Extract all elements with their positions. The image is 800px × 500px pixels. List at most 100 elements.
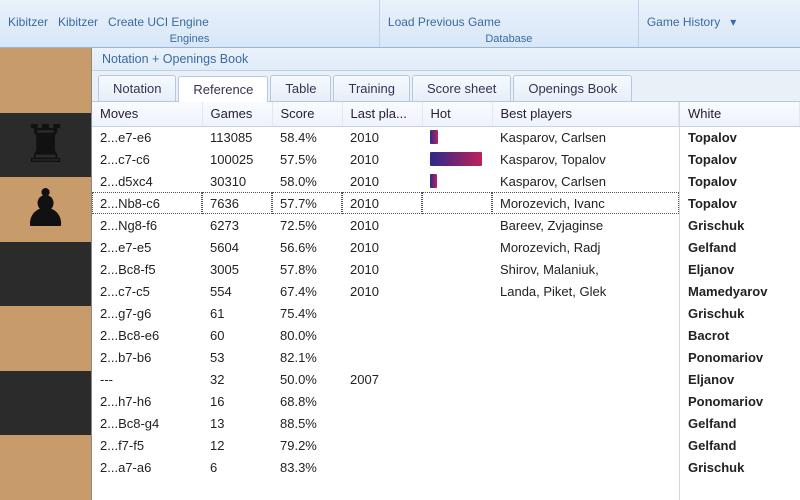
cell-last: 2010 bbox=[342, 126, 422, 148]
cell-score: 56.6% bbox=[272, 236, 342, 258]
cell-best bbox=[492, 456, 679, 478]
cell-hot bbox=[422, 280, 492, 302]
cell-games: 6 bbox=[202, 456, 272, 478]
table-row[interactable]: Mamedyarov bbox=[680, 280, 800, 302]
hot-bar bbox=[430, 174, 437, 188]
table-row[interactable]: Ponomariov bbox=[680, 390, 800, 412]
cell-move: 2...Ng8-f6 bbox=[92, 214, 202, 236]
col-last[interactable]: Last pla... bbox=[342, 102, 422, 126]
cell-move: 2...a7-a6 bbox=[92, 456, 202, 478]
table-row[interactable]: 2...c7-c610002557.5%2010Kasparov, Topalo… bbox=[92, 148, 679, 170]
col-best[interactable]: Best players bbox=[492, 102, 679, 126]
table-row[interactable]: Eljanov bbox=[680, 368, 800, 390]
table-row[interactable]: Gelfand bbox=[680, 236, 800, 258]
moves-table-panel: Moves Games Score Last pla... Hot Best p… bbox=[92, 102, 680, 500]
table-row[interactable]: 2...e7-e5560456.6%2010Morozevich, Radj bbox=[92, 236, 679, 258]
cell-move: 2...Bc8-e6 bbox=[92, 324, 202, 346]
cell-games: 32 bbox=[202, 368, 272, 390]
cell-hot bbox=[422, 324, 492, 346]
table-row[interactable]: Eljanov bbox=[680, 258, 800, 280]
table-row[interactable]: 2...Nb8-c6763657.7%2010Morozevich, Ivanc bbox=[92, 192, 679, 214]
cell-hot bbox=[422, 170, 492, 192]
ribbon-item-create-engine[interactable]: Create UCI Engine bbox=[108, 15, 209, 29]
cell-move: 2...d5xc4 bbox=[92, 170, 202, 192]
ribbon-item-kibitzer-1[interactable]: Kibitzer bbox=[8, 15, 48, 29]
cell-best: Kasparov, Carlsen bbox=[492, 170, 679, 192]
table-row[interactable]: Grischuk bbox=[680, 214, 800, 236]
board-square bbox=[0, 371, 91, 436]
table-row[interactable]: Gelfand bbox=[680, 412, 800, 434]
table-row[interactable]: 2...d5xc43031058.0%2010Kasparov, Carlsen bbox=[92, 170, 679, 192]
tab-notation[interactable]: Notation bbox=[98, 75, 176, 101]
cell-best: Shirov, Malaniuk, bbox=[492, 258, 679, 280]
table-row[interactable]: Topalov bbox=[680, 148, 800, 170]
table-row[interactable]: Gelfand bbox=[680, 434, 800, 456]
cell-hot bbox=[422, 346, 492, 368]
cell-hot bbox=[422, 368, 492, 390]
tab-openings-book[interactable]: Openings Book bbox=[513, 75, 632, 101]
cell-hot bbox=[422, 412, 492, 434]
cell-games: 7636 bbox=[202, 192, 272, 214]
table-row[interactable]: 2...b7-b65382.1% bbox=[92, 346, 679, 368]
cell-best: Morozevich, Radj bbox=[492, 236, 679, 258]
cell-best bbox=[492, 368, 679, 390]
table-row[interactable]: 2...c7-c555467.4%2010Landa, Piket, Glek bbox=[92, 280, 679, 302]
cell-last: 2010 bbox=[342, 236, 422, 258]
table-row[interactable]: 2...f7-f51279.2% bbox=[92, 434, 679, 456]
cell-white: Topalov bbox=[680, 170, 800, 192]
dropdown-icon[interactable]: ▾ bbox=[730, 15, 736, 29]
cell-white: Grischuk bbox=[680, 456, 800, 478]
cell-hot bbox=[422, 390, 492, 412]
table-row[interactable]: Topalov bbox=[680, 170, 800, 192]
table-row[interactable]: 2...g7-g66175.4% bbox=[92, 302, 679, 324]
cell-white: Gelfand bbox=[680, 412, 800, 434]
ribbon-label-engines: Engines bbox=[8, 29, 371, 45]
cell-last: 2010 bbox=[342, 280, 422, 302]
cell-move: 2...Bc8-f5 bbox=[92, 258, 202, 280]
table-row[interactable]: 2...Bc8-f5300557.8%2010Shirov, Malaniuk, bbox=[92, 258, 679, 280]
table-row[interactable]: 2...Bc8-e66080.0% bbox=[92, 324, 679, 346]
cell-last bbox=[342, 346, 422, 368]
ribbon-item-kibitzer-2[interactable]: Kibitzer bbox=[58, 15, 98, 29]
cell-white: Gelfand bbox=[680, 236, 800, 258]
cell-move: 2...h7-h6 bbox=[92, 390, 202, 412]
col-hot[interactable]: Hot bbox=[422, 102, 492, 126]
board-square: ♟ bbox=[0, 177, 91, 242]
table-row[interactable]: Bacrot bbox=[680, 324, 800, 346]
tab-score-sheet[interactable]: Score sheet bbox=[412, 75, 511, 101]
table-row[interactable]: 2...a7-a6683.3% bbox=[92, 456, 679, 478]
cell-hot bbox=[422, 148, 492, 170]
tab-table[interactable]: Table bbox=[270, 75, 331, 101]
ribbon-item-load-prev[interactable]: Load Previous Game bbox=[388, 15, 501, 29]
cell-games: 53 bbox=[202, 346, 272, 368]
board-square bbox=[0, 435, 91, 500]
cell-score: 79.2% bbox=[272, 434, 342, 456]
cell-last bbox=[342, 302, 422, 324]
ribbon-item-game-history[interactable]: Game History bbox=[647, 15, 720, 29]
ribbon-label-database: Database bbox=[388, 29, 630, 45]
tab-reference[interactable]: Reference bbox=[178, 76, 268, 102]
table-row[interactable]: Topalov bbox=[680, 192, 800, 214]
cell-white: Eljanov bbox=[680, 258, 800, 280]
board-square bbox=[0, 48, 91, 113]
cell-score: 50.0% bbox=[272, 368, 342, 390]
table-row[interactable]: Ponomariov bbox=[680, 346, 800, 368]
table-row[interactable]: 2...Ng8-f6627372.5%2010Bareev, Zvjaginse bbox=[92, 214, 679, 236]
table-row[interactable]: Topalov bbox=[680, 126, 800, 148]
cell-hot bbox=[422, 258, 492, 280]
table-row[interactable]: Grischuk bbox=[680, 302, 800, 324]
cell-best: Landa, Piket, Glek bbox=[492, 280, 679, 302]
table-row[interactable]: 2...Bc8-g41388.5% bbox=[92, 412, 679, 434]
cell-white: Gelfand bbox=[680, 434, 800, 456]
board-square: ♜ bbox=[0, 113, 91, 178]
table-row[interactable]: 2...e7-e611308558.4%2010Kasparov, Carlse… bbox=[92, 126, 679, 148]
tab-training[interactable]: Training bbox=[333, 75, 409, 101]
table-row[interactable]: Grischuk bbox=[680, 456, 800, 478]
col-score[interactable]: Score bbox=[272, 102, 342, 126]
col-moves[interactable]: Moves bbox=[92, 102, 202, 126]
table-row[interactable]: 2...h7-h61668.8% bbox=[92, 390, 679, 412]
ribbon-label-history bbox=[647, 29, 792, 45]
col-white[interactable]: White bbox=[680, 102, 800, 126]
col-games[interactable]: Games bbox=[202, 102, 272, 126]
table-row[interactable]: ---3250.0%2007 bbox=[92, 368, 679, 390]
